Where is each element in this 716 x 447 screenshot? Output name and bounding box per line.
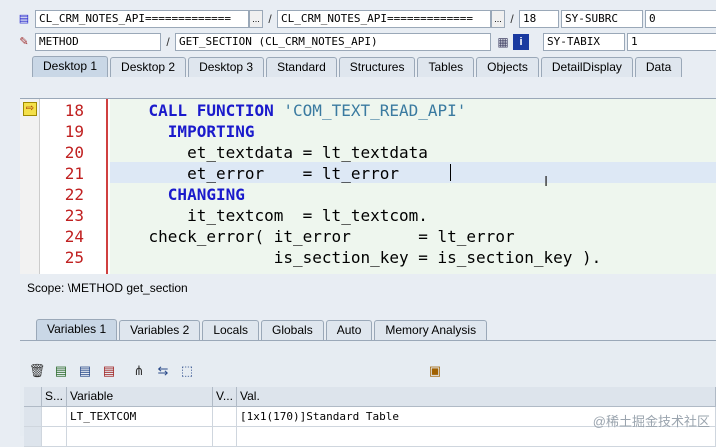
header-row-2: ✎ METHOD / GET_SECTION (CL_CRM_NOTES_API… [16, 33, 716, 51]
cell-status [42, 427, 67, 447]
cell-variable[interactable] [67, 427, 213, 447]
program-icon: ▤ [18, 13, 30, 25]
column-header-s[interactable]: S... [42, 387, 67, 407]
string-token: 'COM_TEXT_READ_API' [283, 101, 467, 120]
info-icon[interactable]: i [513, 34, 529, 50]
event-name-field[interactable]: GET_SECTION (CL_CRM_NOTES_API) [175, 33, 491, 51]
breakpoint-gutter[interactable]: ⇨ [20, 99, 40, 274]
row-selector[interactable] [24, 407, 42, 427]
grid-icon[interactable]: ▦ [495, 34, 511, 50]
code-token: it_textcom = lt_textcom. [110, 206, 428, 225]
column-header-variable[interactable]: Variable [67, 387, 213, 407]
keyword-token: CHANGING [167, 185, 245, 204]
sysvar1-value-field[interactable]: 0 [645, 10, 716, 28]
tab-data[interactable]: Data [634, 57, 683, 77]
include-field[interactable]: CL_CRM_NOTES_API============= [277, 10, 491, 28]
save-variable-icon[interactable]: ▤ [100, 362, 118, 380]
cell-variable[interactable]: LT_TEXTCOM [67, 407, 213, 427]
save-layout-icon[interactable]: ▣ [426, 362, 444, 380]
watermark: @稀土掘金技术社区 [592, 414, 710, 429]
column-header-v[interactable]: V... [213, 387, 237, 407]
tab-auto[interactable]: Auto [325, 320, 373, 340]
variables-toolbar: 🗑 ▤ ▤ ▤ ⋔ ⇆ ⬚ [28, 362, 196, 380]
tab-detaildisplay[interactable]: DetailDisplay [540, 57, 633, 77]
sysvar1-name-field[interactable]: SY-SUBRC [561, 10, 643, 28]
sysvar2-value-field[interactable]: 1 [627, 33, 716, 51]
variable-tabs: Variables 1 Variables 2 Locals Globals Auto M… [36, 319, 489, 340]
tab-tables[interactable]: Tables [417, 57, 475, 77]
code-line[interactable]: CALL FUNCTION 'COM_TEXT_READ_API' [110, 100, 716, 121]
line-number-column: 18 19 20 21 22 23 24 25 [40, 99, 108, 274]
code-line[interactable]: is_section_key = is_section_key ). [110, 247, 716, 268]
separator: / [510, 12, 514, 26]
program-field[interactable]: CL_CRM_NOTES_API============= [35, 10, 249, 28]
tab-desktop-1[interactable]: Desktop 1 [32, 56, 109, 77]
separator: / [166, 35, 170, 49]
tab-structures[interactable]: Structures [338, 57, 416, 77]
code-line[interactable]: check_error( it_error = lt_error [110, 226, 716, 247]
header-row-1: ▤ CL_CRM_NOTES_API============= ... / CL… [16, 10, 716, 28]
tab-objects[interactable]: Objects [476, 57, 539, 77]
code-line[interactable]: et_error = lt_error [110, 163, 716, 184]
new-variable-icon[interactable]: ▤ [52, 362, 70, 380]
tab-globals[interactable]: Globals [261, 320, 324, 340]
tab-variables-2[interactable]: Variables 2 [119, 320, 201, 340]
code-line[interactable]: it_textcom = lt_textcom. [110, 205, 716, 226]
delete-icon[interactable]: 🗑 [28, 362, 46, 380]
desktop-tabs: Desktop 1 Desktop 2 Desktop 3 Standard Struc… [32, 56, 684, 77]
line-number-field[interactable]: 18 [519, 10, 559, 28]
tab-variables-1[interactable]: Variables 1 [36, 319, 118, 340]
cell-status [42, 407, 67, 427]
table-row[interactable] [24, 427, 716, 447]
line-number: 19 [64, 122, 84, 141]
line-number: 23 [64, 206, 84, 225]
code-line[interactable]: CHANGING [110, 184, 716, 205]
event-type-field[interactable]: METHOD [35, 33, 161, 51]
code-line[interactable]: IMPORTING [110, 121, 716, 142]
current-line-arrow-icon: ⇨ [23, 102, 37, 116]
sysvar2-name-field[interactable]: SY-TABIX [543, 33, 625, 51]
tab-memory-analysis[interactable]: Memory Analysis [374, 320, 488, 340]
row-selector[interactable] [24, 427, 42, 447]
line-number: 22 [64, 185, 84, 204]
code-token: et_textdata = lt_textdata [110, 143, 428, 162]
code-editor[interactable]: ⇨ 18 19 20 21 22 23 24 25 Ⅰ CALL FUNCTION 'COM_… [20, 98, 716, 274]
cell-v [213, 407, 237, 427]
edit-variable-icon[interactable]: ▤ [76, 362, 94, 380]
tab-desktop-3[interactable]: Desktop 3 [188, 57, 265, 77]
code-token: check_error( it_error = lt_error [110, 227, 515, 246]
keyword-token: CALL FUNCTION [148, 101, 274, 120]
tab-locals[interactable]: Locals [202, 320, 259, 340]
line-number: 25 [64, 248, 84, 267]
tab-standard[interactable]: Standard [266, 57, 337, 77]
keyword-token: IMPORTING [167, 122, 255, 141]
select-icon[interactable]: ⬚ [178, 362, 196, 380]
code-line[interactable]: et_textdata = lt_textdata [110, 142, 716, 163]
grid-corner[interactable] [24, 387, 42, 407]
cell-value[interactable] [237, 427, 716, 447]
tab-desktop-2[interactable]: Desktop 2 [110, 57, 187, 77]
hierarchy-icon[interactable]: ⋔ [130, 362, 148, 380]
column-header-value[interactable]: Val. [237, 387, 716, 407]
separator: / [268, 12, 272, 26]
line-number: 20 [64, 143, 84, 162]
program-dropdown-button[interactable]: ... [249, 10, 263, 28]
code-area[interactable]: Ⅰ CALL FUNCTION 'COM_TEXT_READ_API' IMPO… [110, 99, 716, 274]
line-number: 21 [64, 164, 84, 183]
code-token: et_error = lt_error [110, 164, 399, 183]
line-number: 24 [64, 227, 84, 246]
line-number: 18 [64, 101, 84, 120]
include-dropdown-button[interactable]: ... [491, 10, 505, 28]
jump-icon[interactable]: ⇆ [154, 362, 172, 380]
cell-v [213, 427, 237, 447]
code-token: is_section_key = is_section_key ). [110, 248, 602, 267]
method-icon: ✎ [19, 36, 29, 48]
scope-label: Scope: \METHOD get_section [27, 281, 188, 295]
grid-header-row: S... Variable V... Val. [24, 387, 716, 407]
